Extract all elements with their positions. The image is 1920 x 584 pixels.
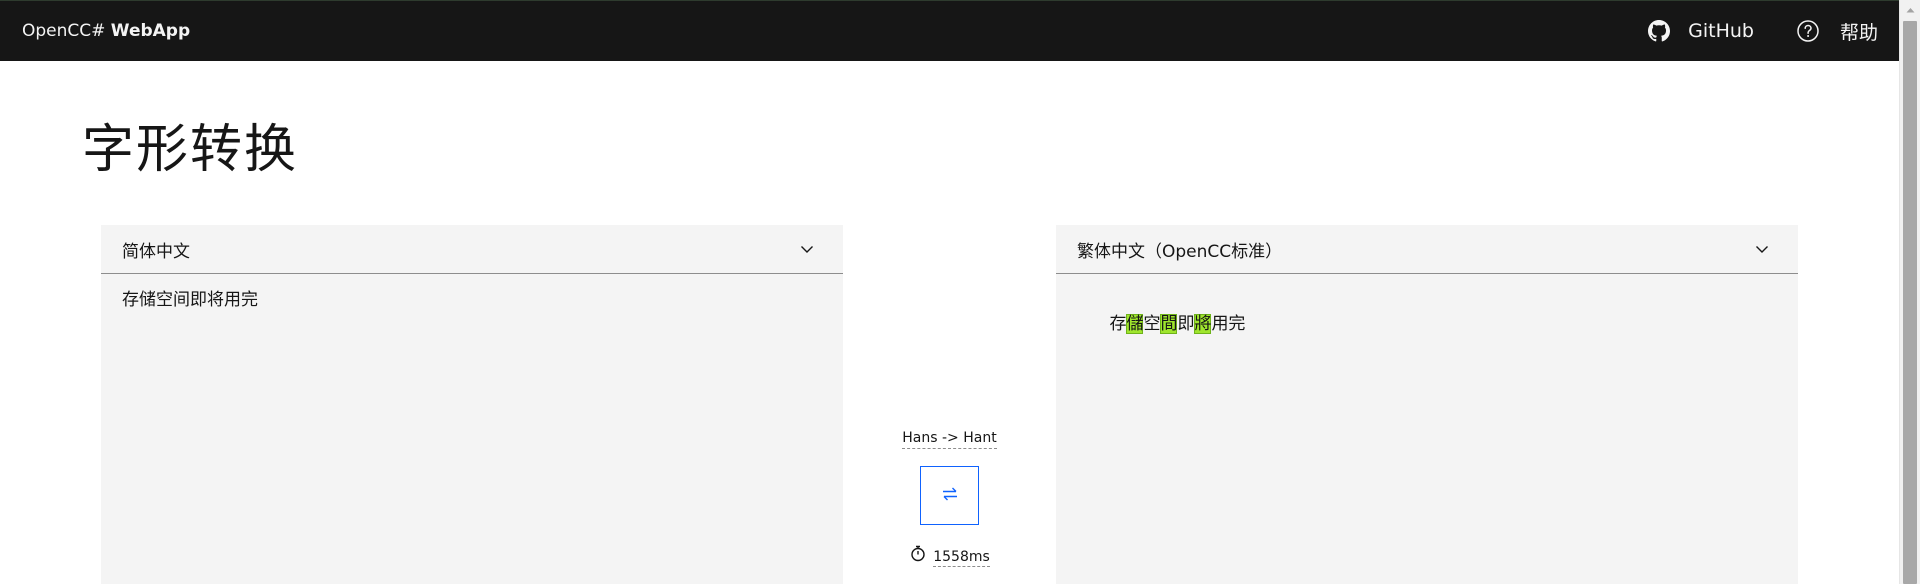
app-page: OpenCC# WebApp GitHub 帮助 字形转换 简体中文 存储空间即…	[0, 0, 1920, 584]
source-panel: 简体中文 存储空间即将用完	[101, 225, 843, 584]
source-language-label: 简体中文	[122, 241, 190, 262]
changed-character: 將	[1194, 314, 1212, 334]
help-label: 帮助	[1839, 21, 1878, 44]
help-icon	[1796, 19, 1820, 43]
chevron-down-icon	[1754, 241, 1770, 257]
target-panel: 繁体中文（OpenCC标准） 存儲空間即將用完	[1056, 225, 1798, 584]
scrollbar-thumb[interactable]	[1903, 21, 1917, 584]
github-label: GitHub	[1688, 20, 1754, 42]
vertical-scrollbar[interactable]	[1899, 0, 1920, 584]
source-language-dropdown[interactable]: 简体中文	[101, 225, 843, 274]
header-actions: GitHub 帮助	[1648, 1, 1899, 61]
output-segment: 即	[1177, 314, 1195, 334]
target-language-dropdown[interactable]: 繁体中文（OpenCC标准）	[1056, 225, 1798, 274]
target-text-output: 存儲空間即將用完	[1056, 274, 1798, 554]
source-text-input[interactable]: 存储空间即将用完	[101, 274, 843, 554]
output-segment: 用完	[1211, 314, 1246, 334]
scroll-up-arrow-icon[interactable]	[1900, 0, 1920, 20]
conversion-mode: Hans -> Hant	[843, 428, 1056, 449]
swap-arrows-icon	[941, 485, 959, 506]
github-icon	[1648, 20, 1671, 42]
help-link[interactable]: 帮助	[1796, 1, 1878, 61]
changed-character: 儲	[1126, 314, 1144, 334]
brand-prefix: OpenCC#	[22, 21, 106, 41]
output-segment: 空	[1143, 314, 1161, 334]
stopwatch-icon	[909, 544, 927, 566]
brand-link[interactable]: OpenCC# WebApp	[22, 20, 190, 42]
converter-controls: Hans -> Hant 1558ms	[843, 420, 1056, 584]
top-header: OpenCC# WebApp GitHub 帮助	[0, 0, 1899, 61]
output-segment: 存	[1109, 314, 1127, 334]
github-link[interactable]: GitHub	[1648, 1, 1754, 61]
conversion-mode-label: Hans -> Hant	[902, 430, 997, 449]
elapsed-time-value: 1558ms	[933, 549, 990, 567]
changed-character: 間	[1160, 314, 1178, 334]
elapsed-time: 1558ms	[843, 544, 1056, 567]
target-language-label: 繁体中文（OpenCC标准）	[1077, 241, 1283, 262]
chevron-down-icon	[799, 241, 815, 257]
page-title: 字形转换	[82, 120, 299, 180]
brand-name: WebApp	[110, 21, 191, 41]
swap-button[interactable]	[920, 466, 979, 525]
